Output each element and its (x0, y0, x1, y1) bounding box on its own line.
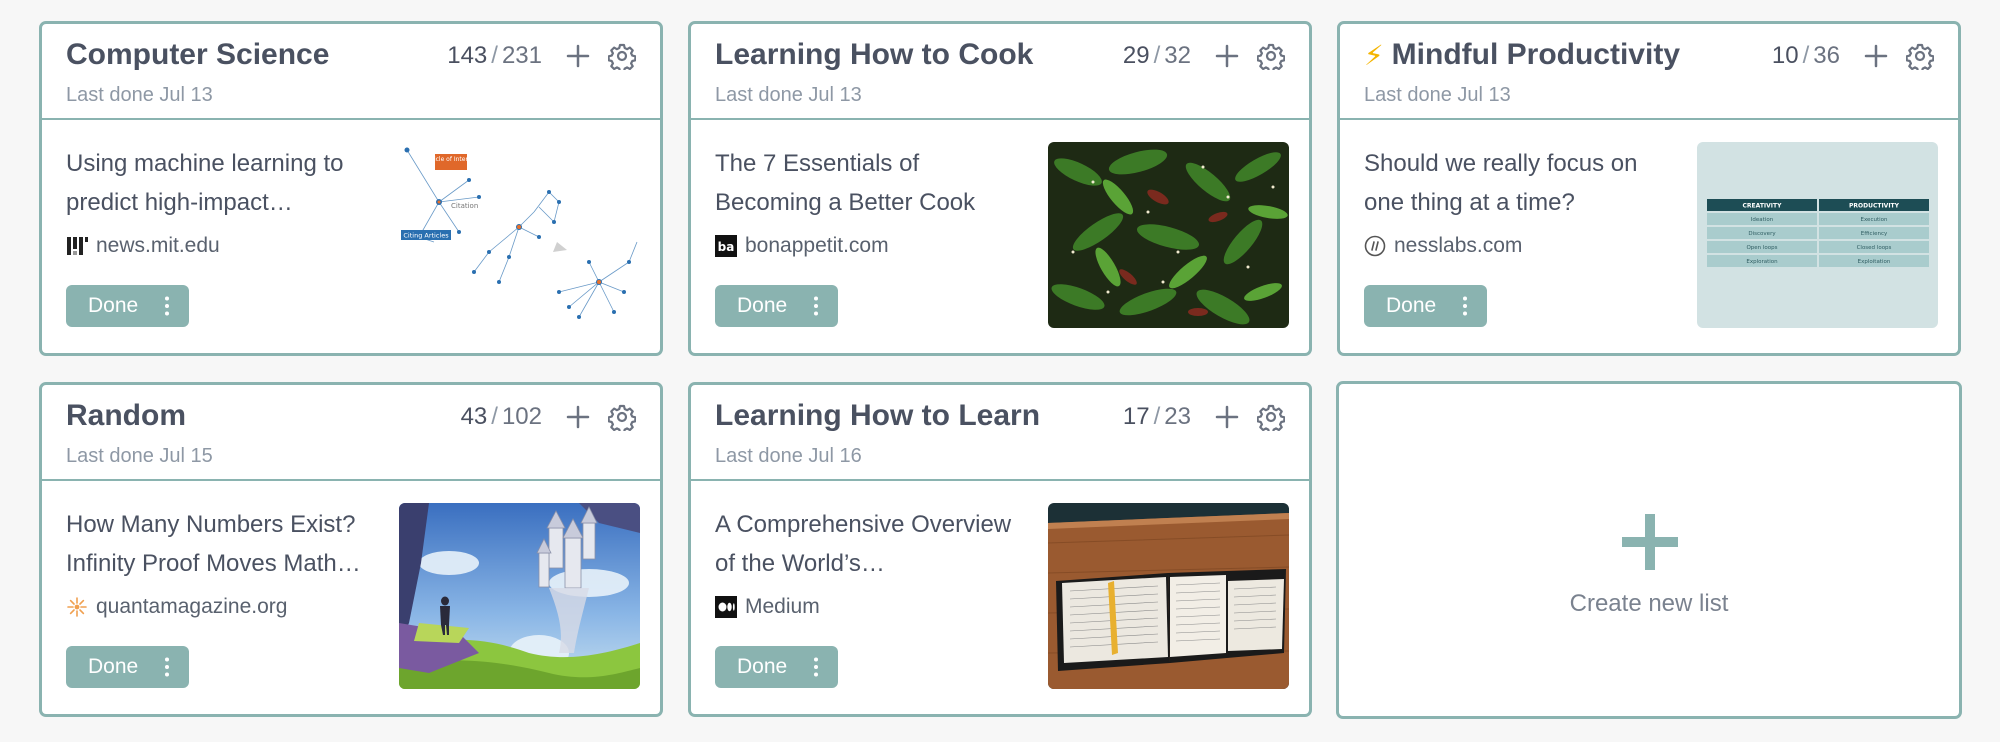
progress-count: 29/32 (1122, 42, 1191, 69)
table-header-productivity: PRODUCTIVITY (1849, 203, 1900, 210)
article-title[interactable]: How Many Numbers Exist? Infinity Proof M… (66, 505, 382, 583)
add-item-icon[interactable] (1213, 403, 1241, 431)
lightning-icon: ⚡ (1364, 39, 1384, 71)
header-actions: 143/231 (447, 42, 636, 70)
gear-icon[interactable] (1257, 42, 1285, 70)
list-card-random[interactable]: Random Last done Jul 15 43/102 How Many … (39, 382, 663, 717)
article-source[interactable]: ba bonappetit.com (715, 234, 889, 258)
progress-count: 43/102 (460, 403, 542, 430)
list-title[interactable]: Learning How to Cook (715, 38, 1033, 72)
header-actions: 43/102 (461, 403, 636, 431)
plus-icon (1622, 514, 1678, 570)
thumb-label-citing: Citing Articles (403, 232, 449, 240)
list-title[interactable]: Learning How to Learn (715, 399, 1040, 433)
done-button[interactable]: Done (66, 285, 189, 327)
thumb-label-interest: Article of Interest (425, 156, 478, 163)
article-title[interactable]: Using machine learning to predict high-i… (66, 144, 382, 222)
last-done-text: Last done Jul 13 (1364, 84, 1511, 106)
gear-icon[interactable] (608, 403, 636, 431)
gear-icon[interactable] (608, 42, 636, 70)
last-done-text: Last done Jul 13 (66, 84, 213, 106)
list-card-learning-how-to-learn[interactable]: Learning How to Learn Last done Jul 16 1… (688, 382, 1312, 717)
list-title[interactable]: ⚡ Mindful Productivity (1364, 38, 1680, 72)
add-item-icon[interactable] (564, 42, 592, 70)
medium-logo-icon (715, 596, 737, 618)
nesslabs-logo-icon (1364, 235, 1386, 257)
card-body: Using machine learning to predict high-i… (42, 120, 660, 352)
create-new-list-button[interactable]: Create new list (1336, 381, 1962, 719)
more-options-icon[interactable] (165, 657, 169, 677)
more-options-icon[interactable] (814, 657, 818, 677)
more-options-icon[interactable] (814, 296, 818, 316)
creativity-productivity-table-image: CREATIVITY PRODUCTIVITY Ideation Executi… (1697, 142, 1938, 328)
card-header: Learning How to Learn Last done Jul 16 1… (691, 385, 1309, 481)
card-header: ⚡ Mindful Productivity Last done Jul 13 … (1340, 24, 1958, 120)
article-source[interactable]: Medium (715, 595, 820, 619)
done-button[interactable]: Done (66, 646, 189, 688)
card-header: Learning How to Cook Last done Jul 13 29… (691, 24, 1309, 120)
svg-text:ba: ba (718, 240, 735, 254)
card-body: How Many Numbers Exist? Infinity Proof M… (42, 481, 660, 713)
network-graph-image: Article of Interest Citation Citing Arti… (399, 142, 640, 328)
add-item-icon[interactable] (564, 403, 592, 431)
table-cell: Exploitation (1858, 259, 1891, 265)
done-button[interactable]: Done (1364, 285, 1487, 327)
card-body: The 7 Essentials of Becoming a Better Co… (691, 120, 1309, 352)
gear-icon[interactable] (1906, 42, 1934, 70)
ba-logo-icon: ba (715, 235, 737, 257)
card-body: Should we really focus on one thing at a… (1340, 120, 1958, 352)
more-options-icon[interactable] (1463, 296, 1467, 316)
table-cell: Efficiency (1861, 231, 1888, 237)
done-button[interactable]: Done (715, 285, 838, 327)
green-beans-dish-image (1048, 142, 1289, 328)
more-options-icon[interactable] (165, 296, 169, 316)
last-done-text: Last done Jul 16 (715, 445, 862, 467)
header-actions: 10/36 (1772, 42, 1934, 70)
article-source[interactable]: quantamagazine.org (66, 595, 287, 619)
card-header: Random Last done Jul 15 43/102 (42, 385, 660, 481)
quanta-logo-icon (67, 597, 87, 617)
card-header: Computer Science Last done Jul 13 143/23… (42, 24, 660, 120)
list-title[interactable]: Computer Science (66, 38, 329, 72)
open-book-on-table-image (1048, 503, 1289, 689)
table-cell: Open loops (1746, 245, 1777, 251)
last-done-text: Last done Jul 15 (66, 445, 213, 467)
table-header-creativity: CREATIVITY (1743, 203, 1783, 210)
gear-icon[interactable] (1257, 403, 1285, 431)
add-item-icon[interactable] (1213, 42, 1241, 70)
list-title[interactable]: Random (66, 399, 186, 433)
list-card-mindful-productivity[interactable]: ⚡ Mindful Productivity Last done Jul 13 … (1337, 21, 1961, 356)
progress-count: 143/231 (447, 42, 542, 69)
list-card-computer-science[interactable]: Computer Science Last done Jul 13 143/23… (39, 21, 663, 356)
table-cell: Ideation (1751, 217, 1774, 223)
article-source[interactable]: news.mit.edu (66, 234, 220, 258)
fantasy-castle-illustration-image (399, 503, 640, 689)
header-actions: 17/23 (1123, 403, 1285, 431)
progress-count: 10/36 (1771, 42, 1840, 69)
card-body: A Comprehensive Overview of the World’s…… (691, 481, 1309, 713)
table-cell: Closed loops (1857, 245, 1892, 251)
last-done-text: Last done Jul 13 (715, 84, 862, 106)
table-cell: Discovery (1748, 231, 1776, 237)
article-source[interactable]: nesslabs.com (1364, 234, 1522, 258)
article-title[interactable]: A Comprehensive Overview of the World’s… (715, 505, 1031, 583)
create-new-list-label: Create new list (1569, 590, 1729, 617)
article-title[interactable]: The 7 Essentials of Becoming a Better Co… (715, 144, 1031, 222)
table-cell: Execution (1861, 217, 1889, 223)
mit-logo-icon (67, 237, 88, 255)
thumb-label-citation: Citation (451, 202, 478, 210)
header-actions: 29/32 (1123, 42, 1285, 70)
article-title[interactable]: Should we really focus on one thing at a… (1364, 144, 1680, 222)
progress-count: 17/23 (1122, 403, 1191, 430)
add-item-icon[interactable] (1862, 42, 1890, 70)
done-button[interactable]: Done (715, 646, 838, 688)
list-card-learning-how-to-cook[interactable]: Learning How to Cook Last done Jul 13 29… (688, 21, 1312, 356)
table-cell: Exploration (1746, 259, 1778, 265)
